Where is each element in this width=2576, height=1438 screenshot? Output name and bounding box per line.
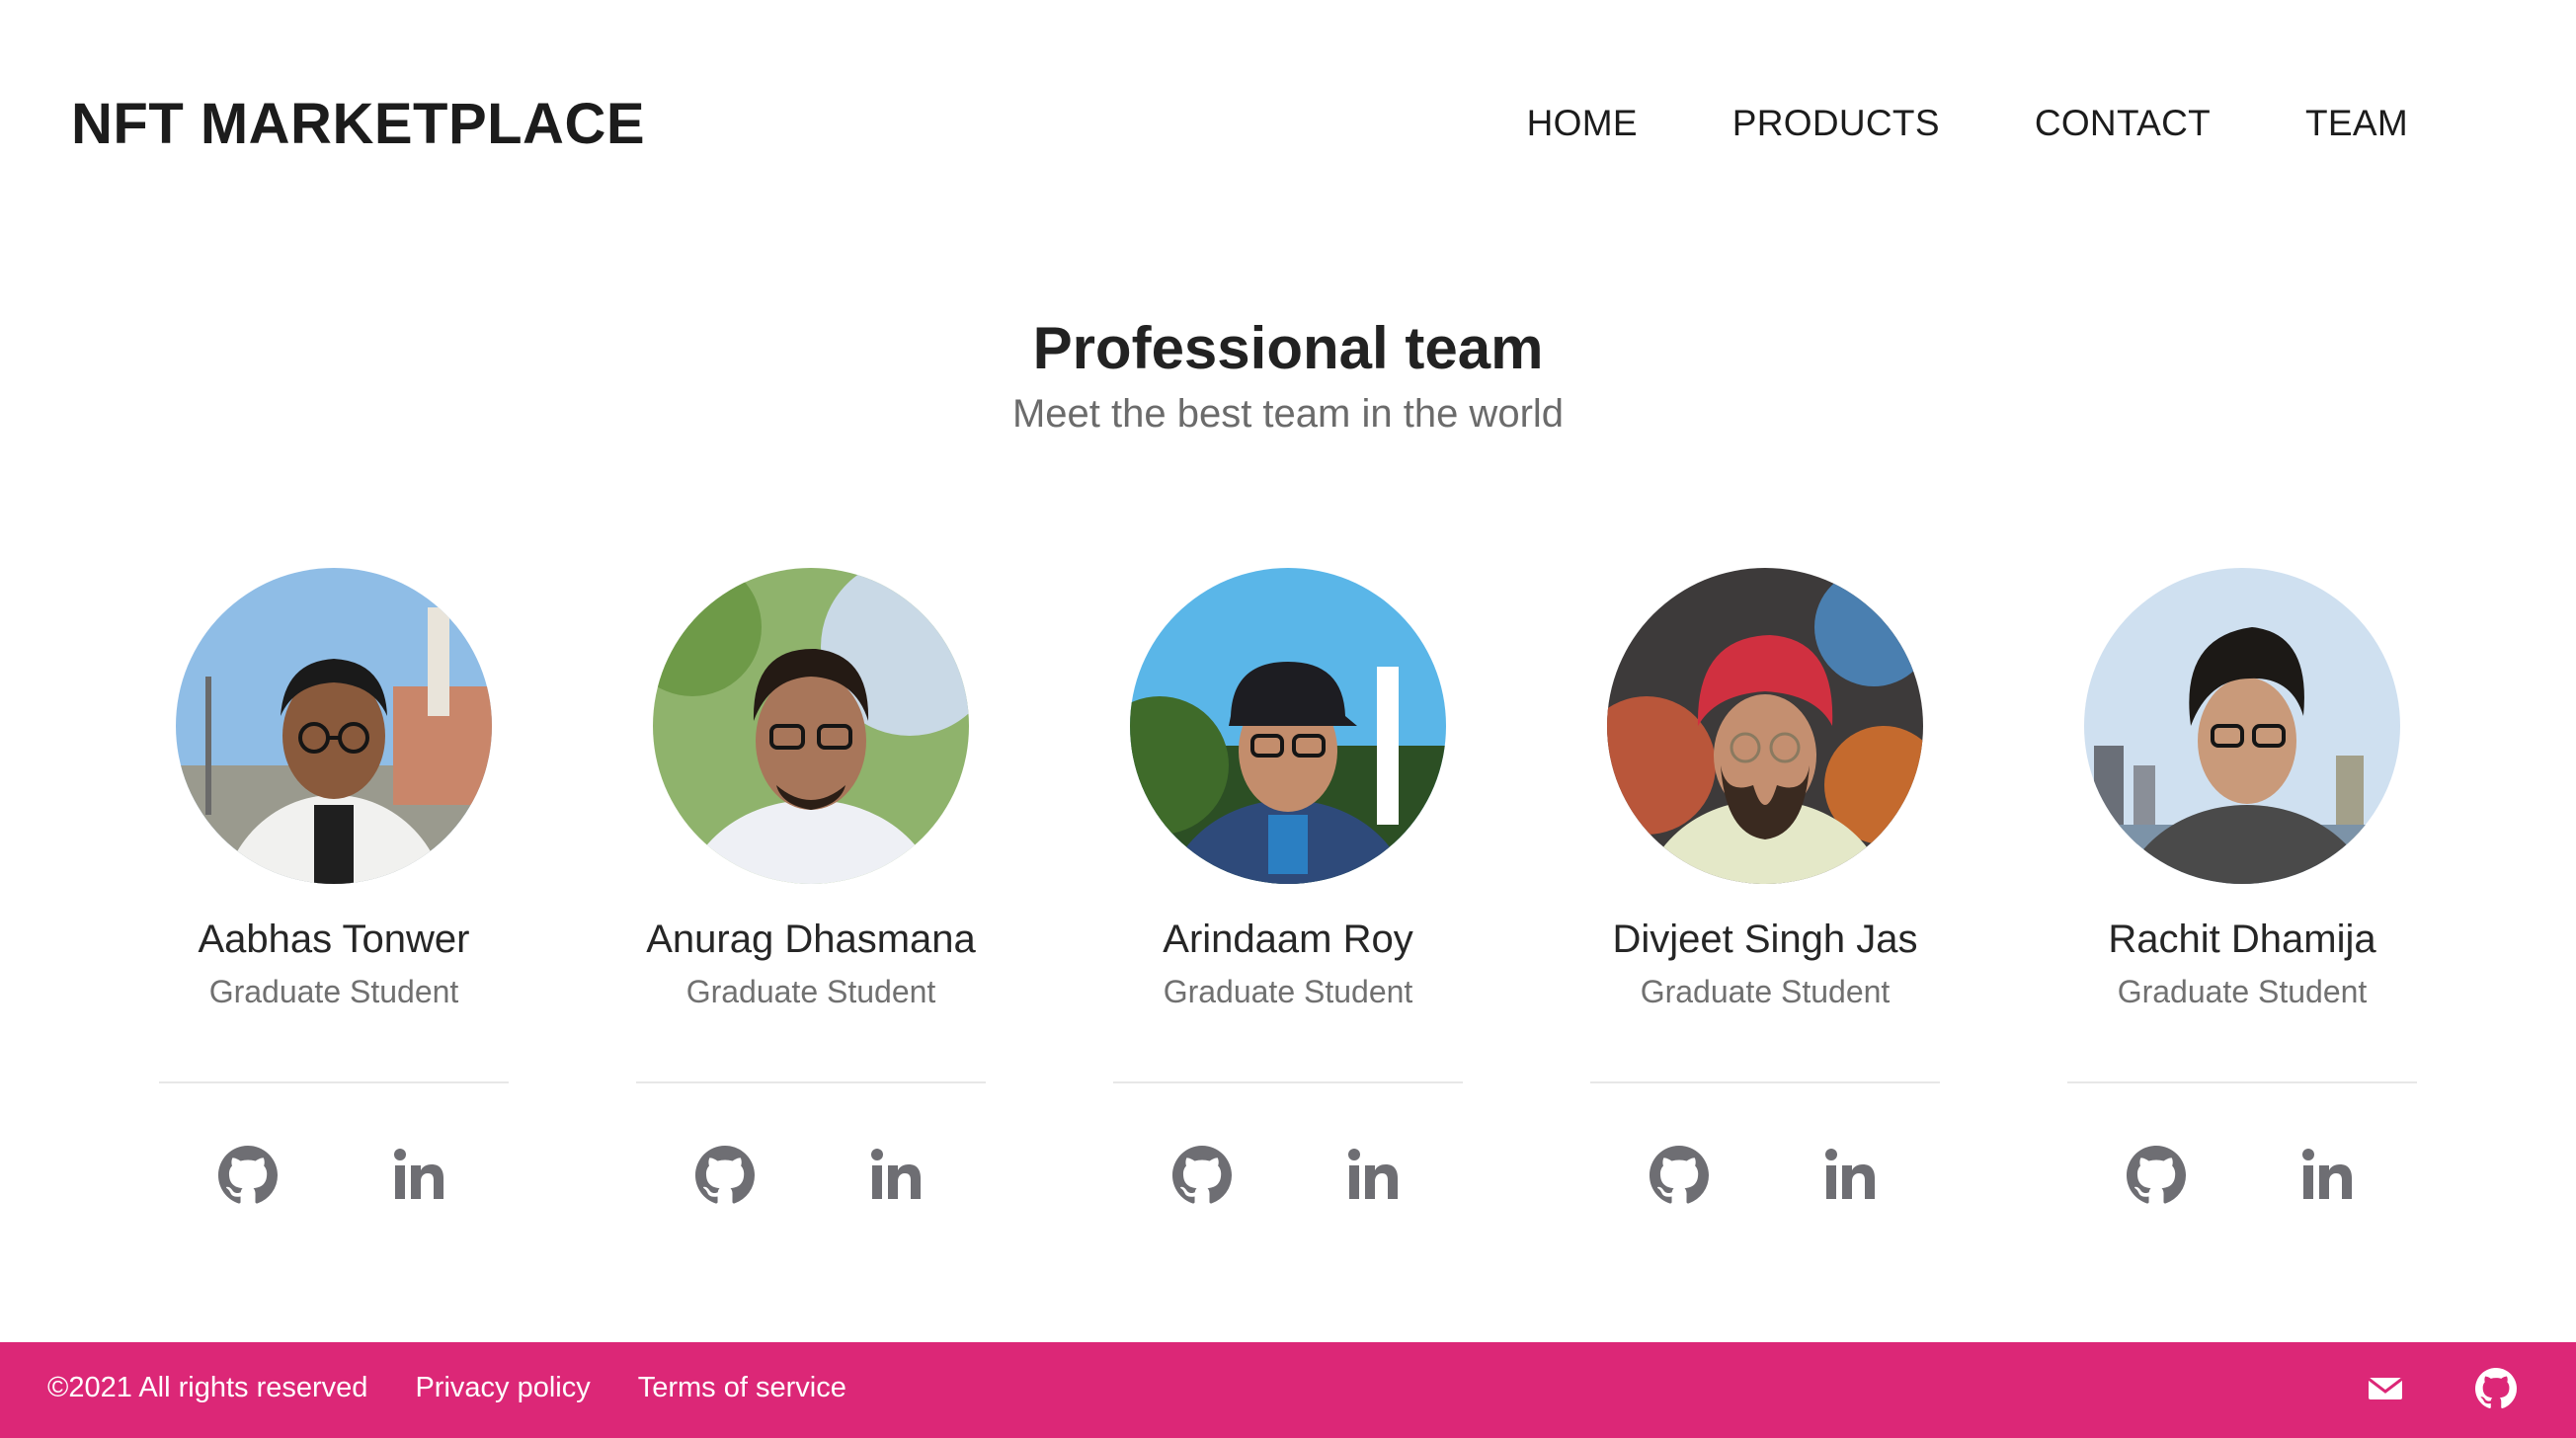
page-subtitle: Meet the best team in the world — [1011, 392, 1565, 436]
member-socials — [2067, 1146, 2417, 1205]
github-icon[interactable] — [2475, 1368, 2517, 1409]
team-hero: Professional team Meet the best team in … — [0, 314, 2576, 437]
member-photo — [2084, 568, 2400, 884]
nav-team[interactable]: TEAM — [2305, 103, 2408, 144]
member-name: Divjeet Singh Jas — [1612, 918, 1918, 961]
team-card: Divjeet Singh Jas Graduate Student — [1590, 568, 1940, 1220]
member-photo — [1130, 568, 1446, 884]
member-socials — [1113, 1146, 1463, 1205]
member-photo — [1607, 568, 1923, 884]
copyright-text: ©2021 All rights reserved — [47, 1372, 368, 1403]
member-name: Anurag Dhasmana — [646, 918, 976, 961]
linkedin-icon[interactable] — [1822, 1146, 1882, 1205]
member-name: Aabhas Tonwer — [198, 918, 470, 961]
card-divider — [1590, 1081, 1940, 1083]
mail-icon[interactable] — [2365, 1368, 2406, 1409]
card-divider — [2067, 1081, 2417, 1083]
github-icon[interactable] — [218, 1146, 278, 1205]
team-card: Aabhas Tonwer Graduate Student — [159, 568, 509, 1220]
terms-of-service-link[interactable]: Terms of service — [638, 1372, 846, 1404]
github-icon[interactable] — [1172, 1146, 1232, 1205]
card-divider — [159, 1081, 509, 1083]
team-grid: Aabhas Tonwer Graduate Student Anurag Dh… — [0, 568, 2576, 1220]
member-photo — [176, 568, 492, 884]
member-role: Graduate Student — [1163, 974, 1413, 1009]
linkedin-icon[interactable] — [868, 1146, 927, 1205]
card-divider — [636, 1081, 986, 1083]
github-icon[interactable] — [695, 1146, 755, 1205]
member-photo — [653, 568, 969, 884]
member-socials — [1590, 1146, 1940, 1205]
github-icon[interactable] — [2127, 1146, 2186, 1205]
team-card: Arindaam Roy Graduate Student — [1113, 568, 1463, 1220]
page-title: Professional team — [1032, 315, 1544, 381]
member-role: Graduate Student — [1640, 974, 1891, 1009]
member-role: Graduate Student — [208, 974, 459, 1009]
brand-logo[interactable]: NFT MARKETPLACE — [71, 91, 645, 157]
footer-links: ©2021 All rights reserved Privacy policy… — [47, 1372, 846, 1404]
site-footer: ©2021 All rights reserved Privacy policy… — [0, 1342, 2576, 1438]
linkedin-icon[interactable] — [2299, 1146, 2359, 1205]
member-socials — [636, 1146, 986, 1205]
team-card: Anurag Dhasmana Graduate Student — [636, 568, 986, 1220]
main-nav: HOME PRODUCTS CONTACT TEAM — [1527, 103, 2408, 144]
privacy-policy-link[interactable]: Privacy policy — [415, 1372, 590, 1404]
member-role: Graduate Student — [2117, 974, 2368, 1009]
nav-contact[interactable]: CONTACT — [2035, 103, 2211, 144]
card-divider — [1113, 1081, 1463, 1083]
member-socials — [159, 1146, 509, 1205]
member-role: Graduate Student — [685, 974, 936, 1009]
team-card: Rachit Dhamija Graduate Student — [2067, 568, 2417, 1220]
linkedin-icon[interactable] — [391, 1146, 450, 1205]
footer-icons — [2365, 1368, 2517, 1409]
nav-products[interactable]: PRODUCTS — [1732, 103, 1940, 144]
github-icon[interactable] — [1650, 1146, 1709, 1205]
nav-home[interactable]: HOME — [1527, 103, 1638, 144]
member-name: Arindaam Roy — [1163, 918, 1413, 961]
member-name: Rachit Dhamija — [2108, 918, 2376, 961]
linkedin-icon[interactable] — [1345, 1146, 1405, 1205]
site-header: NFT MARKETPLACE HOME PRODUCTS CONTACT TE… — [0, 0, 2576, 257]
